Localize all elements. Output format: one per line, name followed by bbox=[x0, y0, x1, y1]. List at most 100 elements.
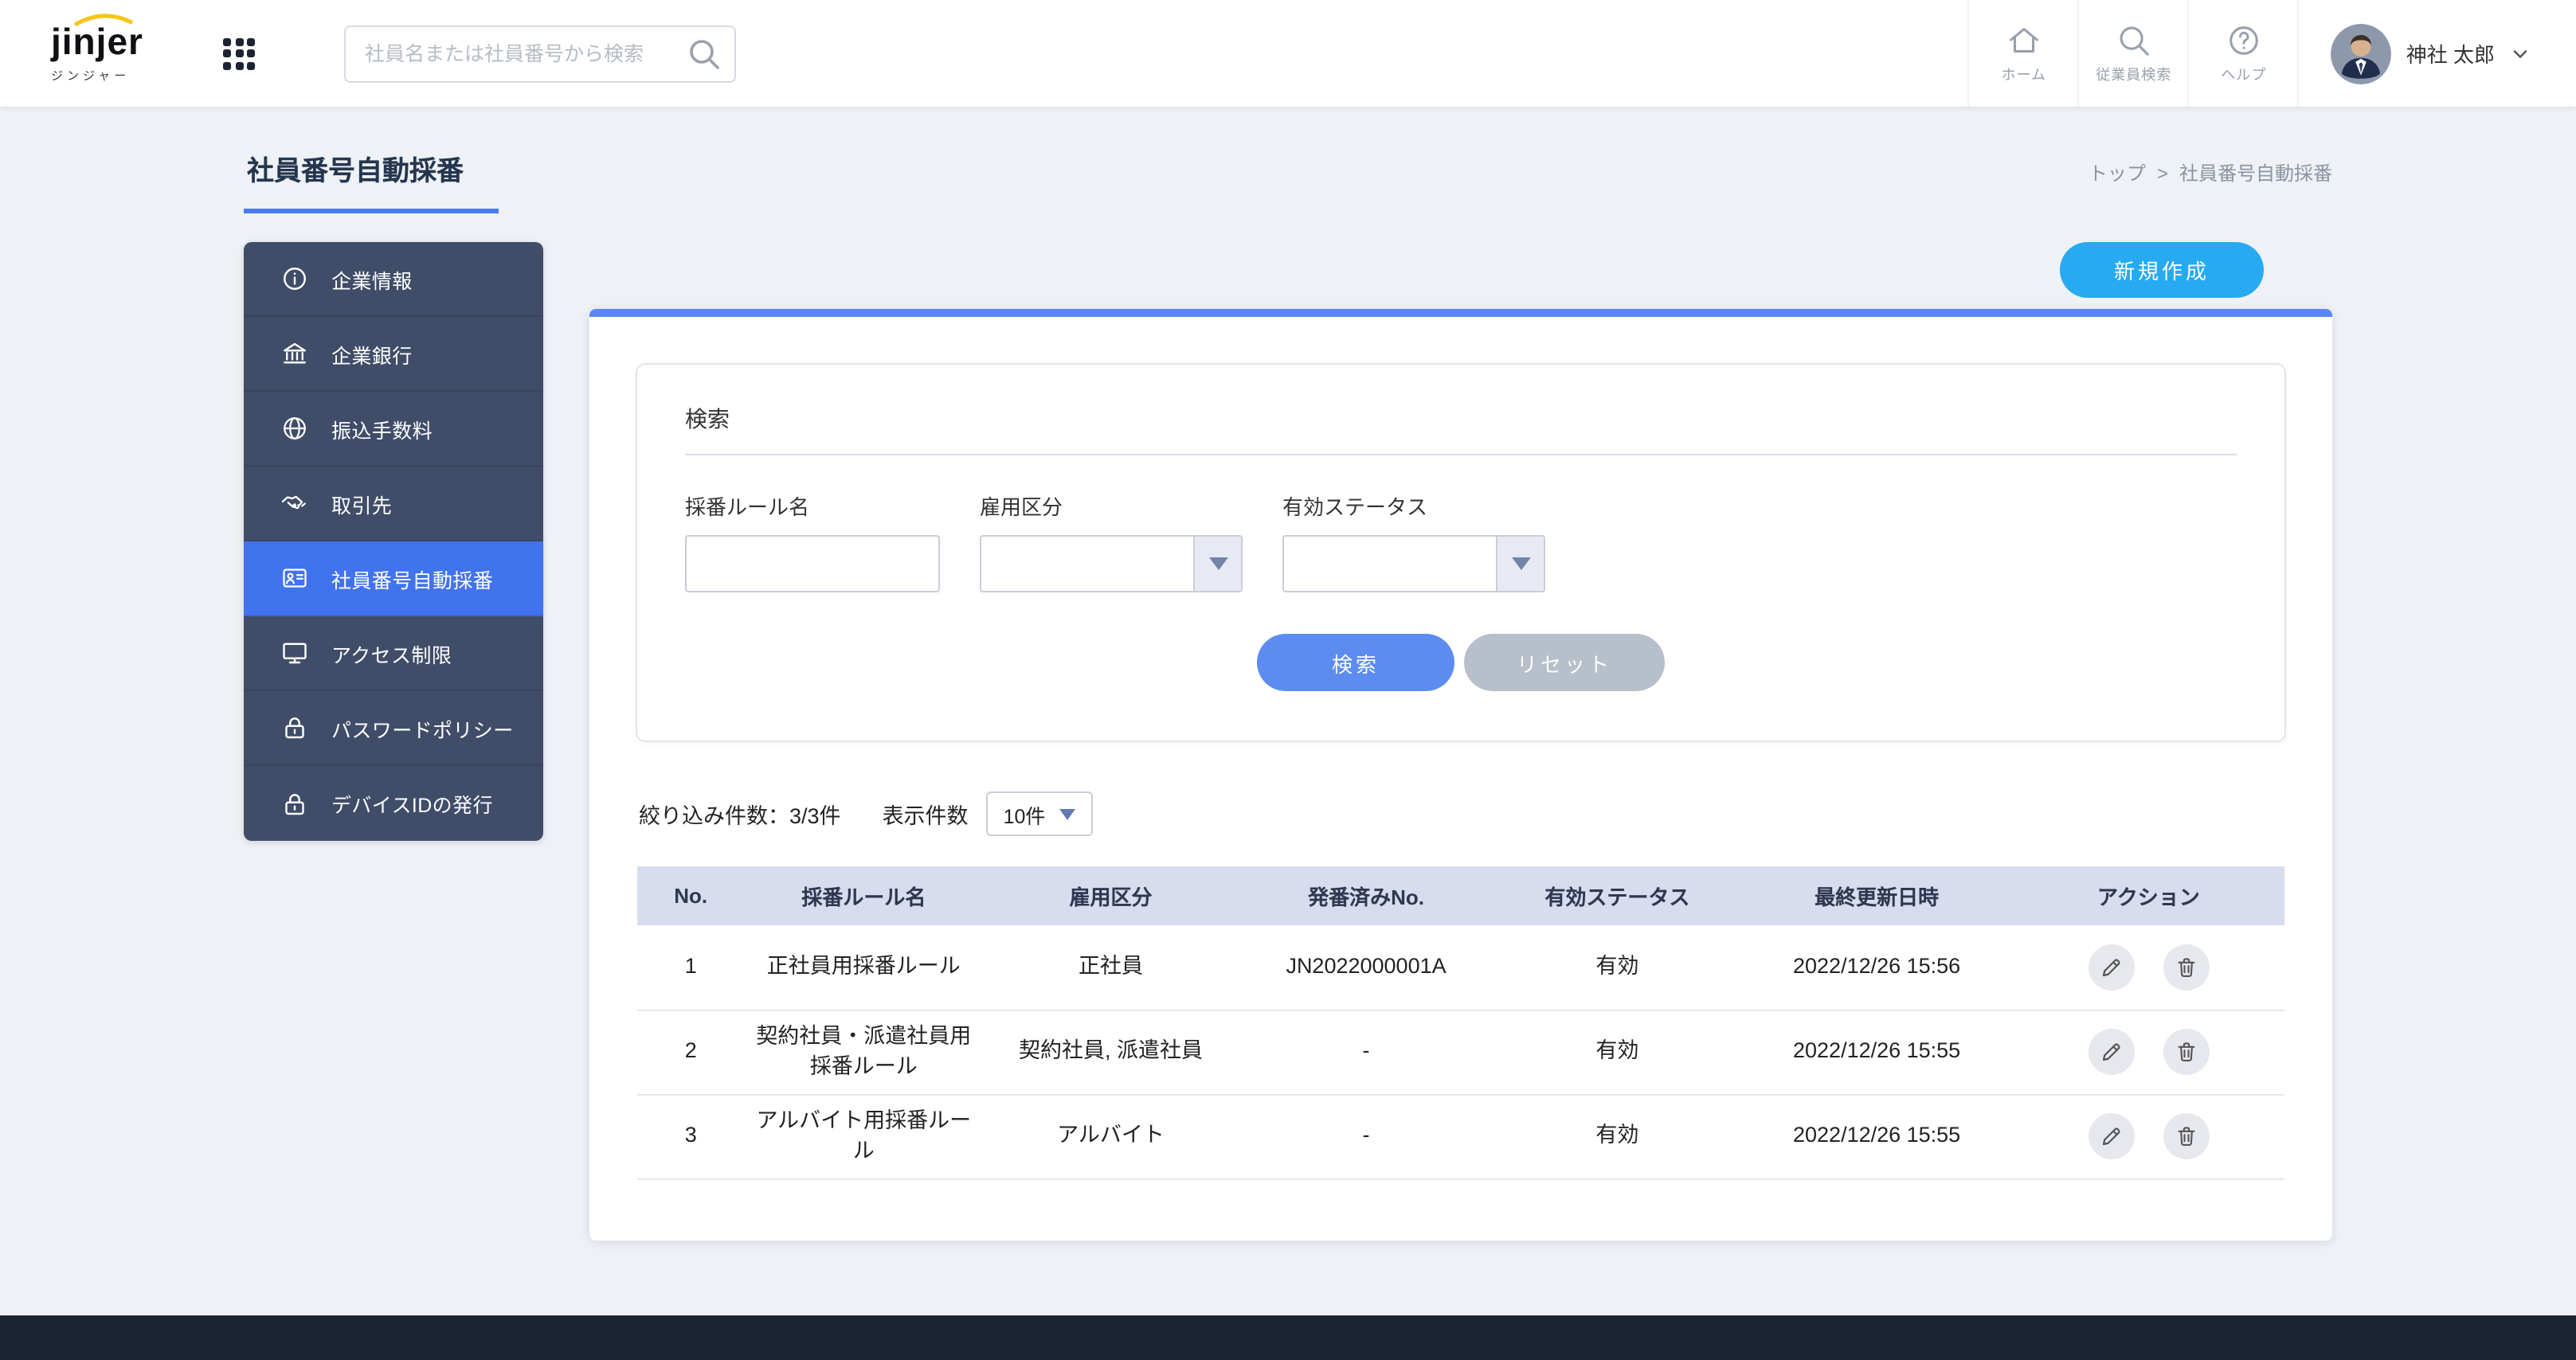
nav-help[interactable]: ヘルプ bbox=[2188, 0, 2298, 107]
search-fields: 採番ルール名 雇用区分 有効ステータス bbox=[685, 490, 2237, 592]
jinjer-logo[interactable]: jinjer ジンジャー bbox=[0, 0, 188, 107]
sidebar-item-company-bank[interactable]: 企業銀行 bbox=[244, 317, 543, 392]
pencil-icon bbox=[2100, 1040, 2124, 1064]
cell-employment-type: 契約社員, 派遣社員 bbox=[983, 1010, 1239, 1094]
field-rule-name: 採番ルール名 bbox=[685, 490, 940, 592]
lock-icon bbox=[280, 713, 309, 742]
cell-employment-type: アルバイト bbox=[983, 1094, 1239, 1178]
bank-icon bbox=[280, 339, 309, 368]
delete-button[interactable] bbox=[2163, 1113, 2209, 1159]
valid-status-select-value bbox=[1284, 537, 1496, 591]
breadcrumb: トップ > 社員番号自動採番 bbox=[2089, 159, 2332, 186]
delete-button[interactable] bbox=[2163, 944, 2209, 991]
edit-button[interactable] bbox=[2089, 944, 2135, 991]
reset-button[interactable]: リセット bbox=[1464, 634, 1665, 691]
triangle-down-icon bbox=[1208, 557, 1227, 570]
cell-actions bbox=[2013, 1010, 2284, 1094]
cell-issued-no: JN2022000001A bbox=[1239, 925, 1494, 1010]
select-arrow bbox=[1496, 537, 1544, 591]
app: jinjer ジンジャー ホーム 従業員検索 bbox=[0, 0, 2576, 1360]
cell-actions bbox=[2013, 925, 2284, 1010]
search-panel-buttons: 検索 リセット bbox=[685, 634, 2237, 691]
list-controls: 絞り込み件数：3/3件 表示件数 10件 bbox=[639, 791, 2283, 836]
main-content: 新規作成 検索 採番ルール名 bbox=[589, 242, 2332, 1240]
cell-updated-at: 2022/12/26 15:56 bbox=[1741, 925, 2013, 1010]
cell-no: 2 bbox=[637, 1010, 744, 1094]
transfer-fee-icon bbox=[280, 414, 309, 443]
employment-type-select-value bbox=[981, 537, 1193, 591]
sidebar-item-access-restriction[interactable]: アクセス制限 bbox=[244, 616, 543, 691]
monitor-icon bbox=[280, 639, 309, 667]
sidebar-item-company-info[interactable]: 企業情報 bbox=[244, 242, 543, 317]
nav-home-label: ホーム bbox=[2002, 64, 2046, 84]
sidebar-item-label: パスワードポリシー bbox=[331, 713, 514, 743]
col-rule-name: 採番ルール名 bbox=[744, 866, 983, 925]
create-new-button[interactable]: 新規作成 bbox=[2060, 242, 2264, 298]
sidebar-item-employee-number-auto[interactable]: 社員番号自動採番 bbox=[244, 541, 543, 616]
sidebar-item-label: 社員番号自動採番 bbox=[331, 563, 493, 593]
id-card-icon bbox=[280, 564, 309, 592]
numbering-rules-table: No. 採番ルール名 雇用区分 発番済みNo. 有効ステータス 最終更新日時 ア… bbox=[637, 866, 2284, 1179]
breadcrumb-current: 社員番号自動採番 bbox=[2179, 159, 2332, 186]
cell-status: 有効 bbox=[1494, 1010, 1740, 1094]
sidebar-item-device-id[interactable]: デバイスIDの発行 bbox=[244, 766, 543, 841]
cell-no: 3 bbox=[637, 1094, 744, 1178]
table-row: 3 アルバイト用採番ルール アルバイト - 有効 2022/12/26 15:5… bbox=[637, 1094, 2284, 1178]
breadcrumb-home[interactable]: トップ bbox=[2089, 159, 2146, 186]
lock-icon bbox=[280, 789, 309, 818]
search-icon[interactable] bbox=[685, 34, 723, 72]
content-card: 検索 採番ルール名 雇用区分 bbox=[589, 309, 2332, 1240]
user-menu[interactable]: 神社 太郎 bbox=[2298, 0, 2576, 107]
cell-no: 1 bbox=[637, 925, 744, 1010]
app-grid-menu-icon[interactable] bbox=[213, 28, 264, 79]
col-issued-no: 発番済みNo. bbox=[1239, 866, 1494, 925]
chevron-down-icon bbox=[2509, 42, 2531, 64]
header-nav: ホーム 従業員検索 ヘルプ bbox=[1968, 0, 2576, 107]
cell-updated-at: 2022/12/26 15:55 bbox=[1741, 1094, 2013, 1178]
trash-icon bbox=[2174, 1124, 2198, 1148]
rule-name-label: 採番ルール名 bbox=[685, 490, 940, 521]
cell-actions bbox=[2013, 1094, 2284, 1178]
cell-issued-no: - bbox=[1239, 1094, 1494, 1178]
card-accent-bar bbox=[589, 309, 2332, 317]
col-status: 有効ステータス bbox=[1494, 866, 1740, 925]
nav-employee-search[interactable]: 従業員検索 bbox=[2078, 0, 2188, 107]
pencil-icon bbox=[2100, 956, 2124, 979]
create-row: 新規作成 bbox=[589, 242, 2332, 298]
employment-type-select[interactable] bbox=[980, 535, 1243, 592]
user-name: 神社 太郎 bbox=[2406, 38, 2495, 68]
logo-subtitle: ジンジャー bbox=[51, 66, 188, 84]
valid-status-select[interactable] bbox=[1282, 535, 1545, 592]
valid-status-label: 有効ステータス bbox=[1282, 490, 1545, 521]
pencil-icon bbox=[2100, 1124, 2124, 1148]
sidebar-item-label: 企業情報 bbox=[331, 264, 413, 294]
avatar bbox=[2331, 23, 2392, 84]
nav-home[interactable]: ホーム bbox=[1968, 0, 2078, 107]
cell-rule-name: アルバイト用採番ルール bbox=[744, 1094, 983, 1178]
top-header: jinjer ジンジャー ホーム 従業員検索 bbox=[0, 0, 2576, 107]
nav-employee-search-label: 従業員検索 bbox=[2096, 64, 2171, 84]
cell-rule-name: 契約社員・派遣社員用採番ルール bbox=[744, 1010, 983, 1094]
col-employment-type: 雇用区分 bbox=[983, 866, 1239, 925]
rule-name-input[interactable] bbox=[685, 535, 940, 592]
cell-status: 有効 bbox=[1494, 925, 1740, 1010]
sidebar-item-label: 振込手数料 bbox=[331, 413, 433, 444]
page-body: 社員番号自動採番 トップ > 社員番号自動採番 企業情報 bbox=[0, 107, 2576, 1315]
select-arrow bbox=[1193, 537, 1241, 591]
field-valid-status: 有効ステータス bbox=[1282, 490, 1545, 592]
page-size-dropdown[interactable]: 10件 bbox=[986, 791, 1094, 836]
search-button[interactable]: 検索 bbox=[1257, 634, 1454, 691]
sidebar-item-transfer-fee[interactable]: 振込手数料 bbox=[244, 392, 543, 467]
table-row: 2 契約社員・派遣社員用採番ルール 契約社員, 派遣社員 - 有効 2022/1… bbox=[637, 1010, 2284, 1094]
page-size-value: 10件 bbox=[1004, 799, 1046, 829]
cell-employment-type: 正社員 bbox=[983, 925, 1239, 1010]
edit-button[interactable] bbox=[2089, 1113, 2135, 1159]
employment-type-label: 雇用区分 bbox=[980, 490, 1243, 521]
employee-search-input[interactable] bbox=[344, 25, 736, 82]
edit-button[interactable] bbox=[2089, 1029, 2135, 1075]
sidebar-item-business-partners[interactable]: 取引先 bbox=[244, 467, 543, 541]
delete-button[interactable] bbox=[2163, 1029, 2209, 1075]
sidebar-item-password-policy[interactable]: パスワードポリシー bbox=[244, 691, 543, 766]
nav-help-label: ヘルプ bbox=[2221, 64, 2266, 84]
header-search bbox=[344, 25, 736, 82]
